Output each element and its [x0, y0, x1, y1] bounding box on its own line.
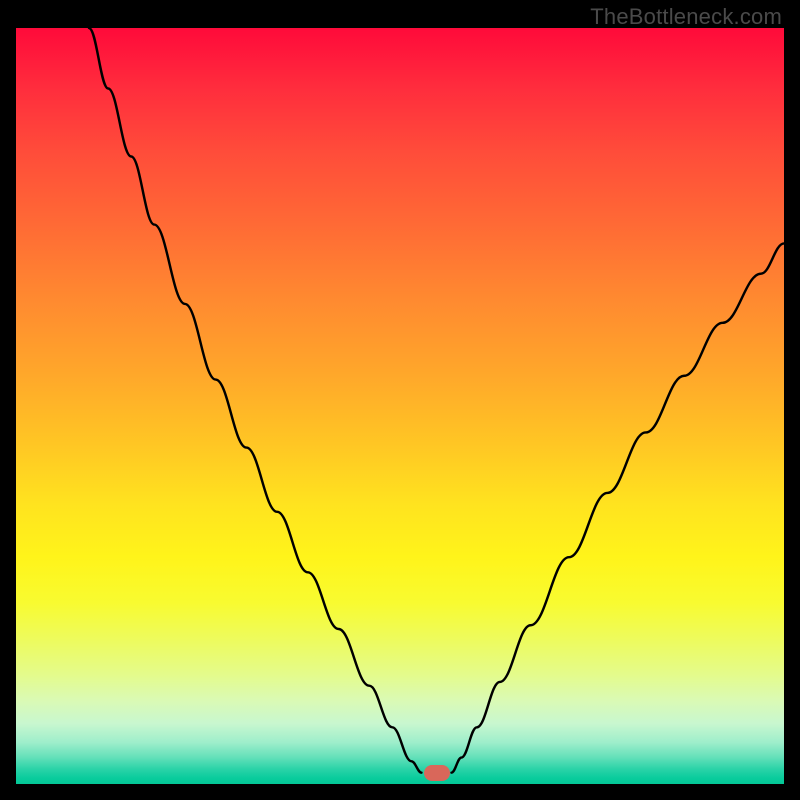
chart-gradient-area: [16, 28, 784, 784]
curve-left-branch: [89, 28, 422, 773]
chart-frame: TheBottleneck.com: [0, 0, 800, 800]
chart-svg: [16, 28, 784, 784]
bottleneck-marker: [424, 765, 450, 781]
curve-right-branch: [451, 243, 784, 772]
watermark-label: TheBottleneck.com: [590, 4, 782, 30]
